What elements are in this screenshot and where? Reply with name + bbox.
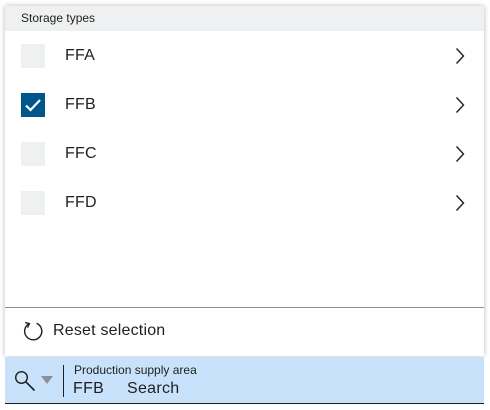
checkbox[interactable]	[21, 44, 45, 68]
check-icon	[25, 99, 41, 112]
reset-selection-label: Reset selection	[53, 322, 166, 339]
list-item-ffa[interactable]: FFA	[5, 31, 484, 80]
chevron-right-icon[interactable]	[455, 96, 465, 114]
panel-header: Storage types	[5, 6, 484, 31]
list-item-label: FFB	[65, 96, 96, 113]
search-input[interactable]	[127, 378, 447, 400]
production-supply-area-field[interactable]: Production supply area FFB	[5, 357, 484, 404]
checkbox-checked[interactable]	[21, 93, 45, 117]
checkbox[interactable]	[21, 191, 45, 215]
list-item-label: FFD	[65, 194, 97, 211]
storage-type-list: FFA FFB FFC FFD	[5, 31, 484, 227]
field-label: Production supply area	[74, 363, 197, 377]
refresh-icon	[23, 321, 43, 341]
chevron-right-icon[interactable]	[455, 145, 465, 163]
storage-types-dropdown: Storage types FFA FFB FFC FFD Reset sele…	[5, 6, 484, 356]
field-divider	[63, 365, 64, 397]
list-item-label: FFC	[65, 145, 97, 162]
selected-value-chip: FFB	[73, 380, 105, 397]
chevron-right-icon[interactable]	[455, 47, 465, 65]
reset-selection-button[interactable]: Reset selection	[5, 307, 484, 356]
caret-down-icon[interactable]	[41, 376, 53, 384]
chevron-right-icon[interactable]	[455, 194, 465, 212]
list-item-label: FFA	[65, 47, 95, 64]
list-item-ffd[interactable]: FFD	[5, 178, 484, 227]
search-icon[interactable]	[14, 370, 36, 392]
checkbox[interactable]	[21, 142, 45, 166]
list-item-ffc[interactable]: FFC	[5, 129, 484, 178]
list-item-ffb[interactable]: FFB	[5, 80, 484, 129]
